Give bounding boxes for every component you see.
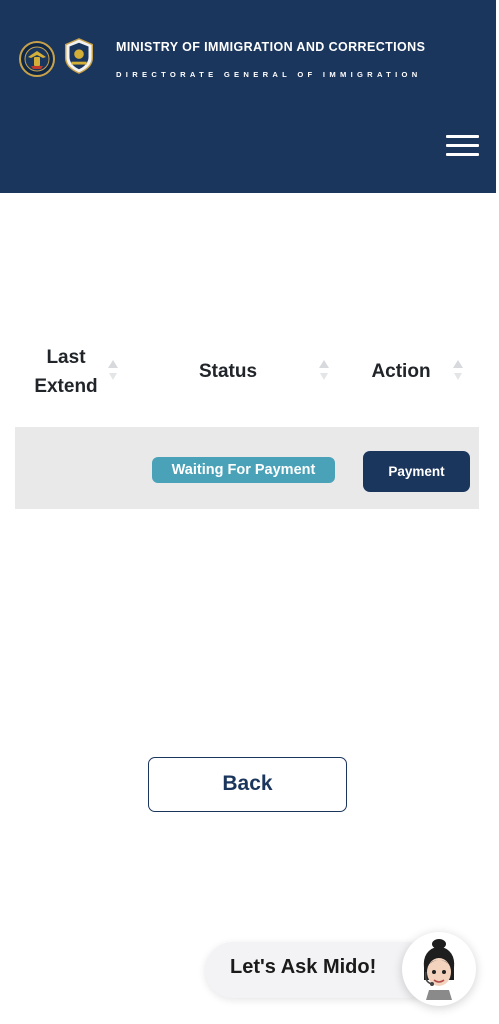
column-header-last-extend[interactable]: Last Extend [22, 343, 110, 401]
sort-arrows-icon[interactable] [318, 360, 330, 384]
menu-bar [446, 135, 479, 138]
sort-down-icon [320, 373, 328, 380]
column-header-line: Extend [34, 376, 98, 397]
site-header: MINISTRY OF IMMIGRATION AND CORRECTIONS … [0, 0, 496, 193]
immigration-badge-icon [64, 38, 94, 74]
header-subtitle: DIRECTORATE GENERAL OF IMMIGRATION [116, 70, 422, 79]
hamburger-menu-icon[interactable] [440, 131, 480, 161]
mido-avatar-graphic [423, 939, 455, 1000]
menu-bar [446, 144, 479, 147]
page: MINISTRY OF IMMIGRATION AND CORRECTIONS … [0, 0, 499, 1024]
menu-bar [446, 153, 479, 156]
back-button[interactable]: Back [148, 757, 347, 812]
status-badge: Waiting For Payment [152, 457, 335, 483]
column-header-action[interactable]: Action [360, 357, 442, 386]
sort-down-icon [454, 373, 462, 380]
sort-down-icon [109, 373, 117, 380]
column-header-line: Last [46, 347, 86, 368]
sort-up-icon [453, 360, 463, 368]
header-title: MINISTRY OF IMMIGRATION AND CORRECTIONS [116, 40, 426, 54]
mido-avatar-icon[interactable] [402, 932, 476, 1006]
sort-arrows-icon[interactable] [452, 360, 464, 384]
sort-up-icon [319, 360, 329, 368]
sort-up-icon [108, 360, 118, 368]
garuda-emblem-icon [19, 41, 55, 77]
sort-arrows-icon[interactable] [107, 360, 119, 384]
column-header-status[interactable]: Status [180, 357, 276, 386]
payment-button[interactable]: Payment [363, 451, 470, 492]
chat-label[interactable]: Let's Ask Mido! [230, 956, 376, 979]
